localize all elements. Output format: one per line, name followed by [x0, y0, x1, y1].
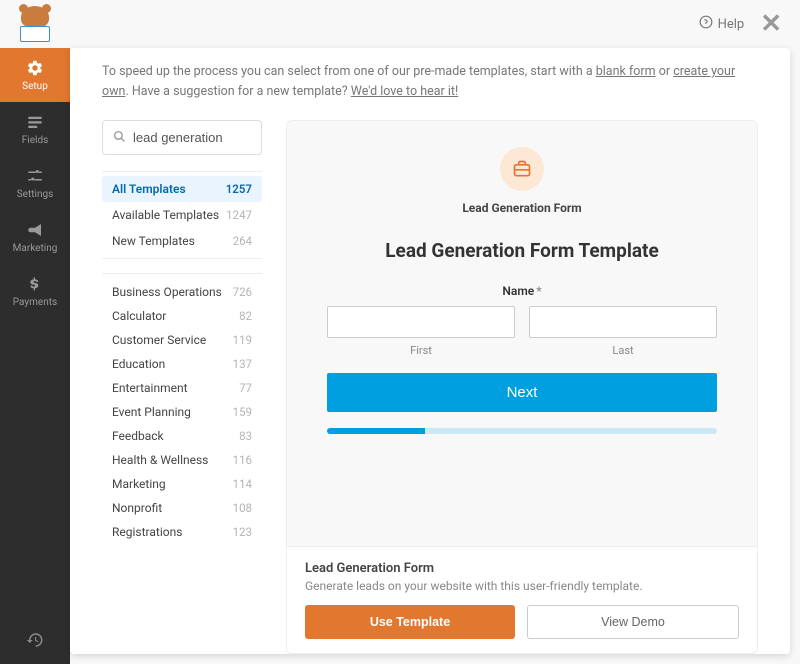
category-label: Nonprofit — [112, 501, 162, 515]
category-count: 726 — [233, 285, 252, 299]
filter-count: 1257 — [226, 182, 252, 196]
category-count: 159 — [233, 405, 252, 419]
next-button: Next — [327, 373, 717, 412]
sidebar-history-button[interactable] — [0, 620, 70, 664]
dollar-icon — [25, 274, 45, 294]
intro-text: To speed up the process you can select f… — [70, 48, 790, 112]
category-label: Event Planning — [112, 405, 191, 419]
sidebar-item-label: Setup — [22, 81, 48, 92]
field-label: Name* — [502, 284, 541, 298]
category-item[interactable]: Calculator 82 — [102, 304, 262, 328]
preview-footer-desc: Generate leads on your website with this… — [305, 579, 739, 593]
category-item[interactable]: Education 137 — [102, 352, 262, 376]
progress-bar — [327, 428, 717, 434]
filter-label: New Templates — [112, 234, 195, 248]
category-count: 119 — [233, 333, 252, 347]
category-item[interactable]: Marketing 114 — [102, 472, 262, 496]
app-logo[interactable] — [0, 0, 70, 48]
topbar: Help ✕ — [70, 0, 800, 48]
category-count: 83 — [239, 429, 252, 443]
category-label: Calculator — [112, 309, 166, 323]
filter-available-templates[interactable]: Available Templates 1247 — [102, 202, 262, 228]
filter-all-templates[interactable]: All Templates 1257 — [102, 176, 262, 202]
sidebar-item-fields[interactable]: Fields — [0, 102, 70, 156]
search-input[interactable] — [133, 130, 251, 145]
fields-icon — [25, 112, 45, 132]
last-sublabel: Last — [529, 344, 717, 357]
sidebar-item-label: Payments — [13, 297, 57, 308]
filter-label: Available Templates — [112, 208, 219, 222]
category-label: Entertainment — [112, 381, 188, 395]
suggestion-link[interactable]: We'd love to hear it! — [351, 84, 458, 99]
category-label: Feedback — [112, 429, 164, 443]
sidebar-item-setup[interactable]: Setup — [0, 48, 70, 102]
category-count: 82 — [239, 309, 252, 323]
use-template-button[interactable]: Use Template — [305, 605, 515, 639]
help-link[interactable]: Help — [699, 15, 745, 33]
category-item[interactable]: Feedback 83 — [102, 424, 262, 448]
category-item[interactable]: Event Planning 159 — [102, 400, 262, 424]
preview-footer-title: Lead Generation Form — [305, 561, 739, 576]
category-label: Education — [112, 357, 165, 371]
last-name-input — [529, 306, 717, 338]
close-button[interactable]: ✕ — [760, 11, 782, 37]
close-icon: ✕ — [760, 9, 782, 39]
category-label: Health & Wellness — [112, 453, 208, 467]
search-icon — [113, 128, 126, 147]
filter-count: 264 — [233, 234, 252, 248]
sliders-icon — [25, 166, 45, 186]
category-count: 116 — [233, 453, 252, 467]
filter-new-templates[interactable]: New Templates 264 — [102, 228, 262, 254]
category-count: 77 — [239, 381, 252, 395]
template-preview: Lead Generation Form Lead Generation For… — [286, 120, 758, 654]
template-title: Lead Generation Form Template — [385, 239, 658, 262]
sidebar-item-payments[interactable]: Payments — [0, 264, 70, 318]
gear-icon — [25, 58, 45, 78]
briefcase-icon — [512, 159, 532, 179]
history-icon — [26, 631, 44, 653]
blank-form-link[interactable]: blank form — [596, 64, 656, 79]
category-item[interactable]: Customer Service 119 — [102, 328, 262, 352]
question-icon — [699, 15, 713, 33]
first-sublabel: First — [327, 344, 515, 357]
sidebar: Setup Fields Settings Marketing Payments — [0, 0, 70, 664]
sidebar-item-marketing[interactable]: Marketing — [0, 210, 70, 264]
filter-label: All Templates — [112, 182, 186, 196]
sidebar-item-settings[interactable]: Settings — [0, 156, 70, 210]
sidebar-item-label: Fields — [22, 135, 49, 146]
category-item[interactable]: Nonprofit 108 — [102, 496, 262, 520]
category-count: 108 — [233, 501, 252, 515]
megaphone-icon — [25, 220, 45, 240]
sidebar-item-label: Settings — [17, 189, 54, 200]
view-demo-button[interactable]: View Demo — [527, 605, 739, 639]
filter-count: 1247 — [226, 208, 252, 222]
templates-sidebar: All Templates 1257 Available Templates 1… — [102, 120, 262, 654]
template-panel: To speed up the process you can select f… — [70, 48, 790, 654]
category-count: 114 — [233, 477, 252, 491]
template-badge-icon — [500, 147, 544, 191]
category-label: Registrations — [112, 525, 182, 539]
category-count: 123 — [233, 525, 252, 539]
sidebar-item-label: Marketing — [13, 243, 58, 254]
first-name-input — [327, 306, 515, 338]
category-item[interactable]: Registrations 123 — [102, 520, 262, 544]
category-item[interactable]: Entertainment 77 — [102, 376, 262, 400]
category-label: Customer Service — [112, 333, 206, 347]
category-label: Marketing — [112, 477, 166, 491]
category-count: 137 — [233, 357, 252, 371]
search-box[interactable] — [102, 120, 262, 155]
category-label: Business Operations — [112, 285, 222, 299]
help-label: Help — [718, 17, 745, 32]
category-item[interactable]: Health & Wellness 116 — [102, 448, 262, 472]
template-badge-label: Lead Generation Form — [462, 201, 581, 215]
category-item[interactable]: Business Operations 726 — [102, 280, 262, 304]
